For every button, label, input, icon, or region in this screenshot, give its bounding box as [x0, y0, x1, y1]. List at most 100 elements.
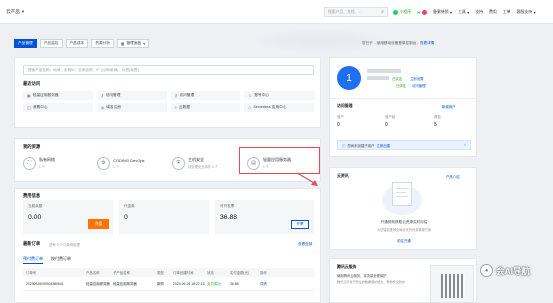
news-title: 腾讯云服务: [337, 264, 357, 269]
shield-icon: ⛨: [172, 156, 185, 170]
recent-item[interactable]: ◍ 域名注册: [96, 103, 167, 112]
divider: [330, 98, 478, 99]
role-count: 5: [434, 122, 437, 128]
billing-link[interactable]: 费用: [489, 9, 497, 15]
info-icon: ⓘ: [342, 143, 346, 148]
access-policy-link[interactable]: 访问管理: [412, 83, 426, 88]
key-icon: ⚷: [100, 93, 104, 98]
document-icon: [392, 182, 412, 206]
recent-item[interactable]: ◇ Serverless 应用中心: [244, 103, 314, 112]
login-notice: 您已于... 使用移动设备登录控制台，查看详情: [362, 41, 435, 45]
recent-item[interactable]: ▣ 轻量应用服务器: [23, 91, 93, 100]
verified-status: 已实名: [392, 77, 403, 81]
devops-icon: ⚙: [97, 156, 110, 170]
table-row: 20230926009924380601 轻量应用服务器 轻量应用服务器 新购 …: [23, 277, 314, 291]
ticket-link[interactable]: 工单: [503, 9, 511, 15]
customer-service-link[interactable]: 客服支持 ▾: [517, 9, 536, 15]
chevron-down-icon: ▾: [467, 9, 470, 15]
brand[interactable]: 云产品 ▾: [6, 9, 24, 15]
resource-item[interactable]: ⛨ 主机安全 待处理安全事件 0 个: [172, 151, 218, 175]
my-resources-title: 我的资源: [23, 144, 41, 149]
avatar[interactable]: 1: [337, 66, 361, 90]
access-management-title: 访问管理: [337, 103, 353, 108]
invoice-button[interactable]: 开票: [291, 220, 309, 229]
search-icon: ⌕: [381, 9, 384, 15]
wallet-icon: ◫: [27, 105, 31, 110]
network-icon: ⛶: [23, 156, 36, 170]
mini-program-icon: [393, 9, 398, 15]
chevron-down-icon: ▾: [21, 8, 25, 14]
news-desc: 腾讯云针对于安全的数据保护能力，帮你安全防护: [337, 280, 406, 284]
mfa-setup-link[interactable]: 立即设置: [410, 76, 424, 81]
tab-prepaid-orders[interactable]: 预付费订单: [23, 256, 43, 264]
orders-table: 订单号 产品名称 子产品名称 类型 订单创建时间 状态 实付金额(元) 操作 2…: [23, 268, 314, 291]
message-badge: [421, 9, 427, 15]
enable-link[interactable]: 前往开通: [330, 238, 478, 243]
account-name: [367, 69, 401, 73]
qr-promo-image[interactable]: [430, 265, 474, 303]
news-line[interactable]: 使用腾讯云服务，将流量全程保护: [337, 273, 386, 278]
voucher-value: 0: [124, 214, 128, 221]
account-id: [367, 76, 389, 80]
overview-tabs: 产品管理 产品监控 产品成本 资源分析 ▦ 管理面板 ▾: [14, 39, 150, 49]
mini-program-link[interactable]: 小程序: [393, 9, 411, 15]
chevron-down-icon: ▾: [143, 41, 146, 46]
database-icon: ≡: [174, 105, 177, 110]
watermark: ◕ 会AI导航: [480, 264, 530, 277]
table-header: 订单号 产品名称 子产品名称 类型 订单创建时间 状态 实付金额(元) 操作: [23, 268, 314, 277]
orders-title: 最新订单: [23, 241, 41, 246]
orders-view-all-link[interactable]: 查看全部: [298, 242, 312, 247]
recent-item[interactable]: ⚷ 访问管理: [170, 91, 241, 100]
orders-note: 您有 0 个订单待处理: [49, 243, 80, 247]
recent-visits-grid: ▣ 轻量应用服务器 ⚷ 访问管理 ⚷ 访问管理 ☺ 账号中心 ◫ 消费中心 ◍ 域名注册 ≡…: [23, 91, 314, 112]
resource-search-card: 搜索产品名称、地域、实例ID、实例名称、IP (公网/私网)、标签(标签) 最近…: [14, 57, 321, 128]
order-tabs: 预付费订单 按付费订单: [23, 256, 71, 264]
login-detail-link[interactable]: 查看详情: [420, 41, 434, 45]
grid-icon: ▦: [121, 41, 125, 46]
account-card: 1 已实名 立即设置 已绑定 访问管理 访问管理 新增用户 用户 0 用户组 0…: [329, 57, 478, 157]
empty-desc: 为您智能推荐全局优化的资源管理方案: [376, 228, 432, 232]
billing-title: 费用信息: [23, 193, 41, 198]
recharge-button[interactable]: 充值: [88, 219, 109, 229]
support-link[interactable]: 支持: [475, 9, 483, 15]
order-detail-link[interactable]: 详情: [260, 281, 286, 286]
resource-item[interactable]: ⚙ CODING DevOps 1 个: [97, 151, 145, 175]
close-icon[interactable]: ×: [464, 143, 466, 147]
tab-postpaid-orders[interactable]: 按付费订单: [51, 256, 71, 264]
billing-card: 费用信息 当前余额 0.00 充值 代金券 0 可开发票 36.88 开票 最新…: [14, 188, 321, 303]
chevron-down-icon: ▾: [533, 9, 536, 15]
products-menu[interactable]: 云产品: [6, 9, 20, 15]
tab-product-cost[interactable]: 产品成本: [65, 39, 89, 48]
resource-item[interactable]: ⛶ 私有网络 1 个: [23, 151, 55, 175]
product-intro-link[interactable]: 产品介绍: [446, 174, 460, 179]
qr-code-icon: [441, 274, 465, 298]
recent-item[interactable]: ⚷ 访问管理: [96, 91, 167, 100]
cloud-info-card: 云资讯 产品介绍 开通即刻获取云资源实时评估 为您智能推荐全局优化的资源管理方案…: [329, 167, 477, 250]
wechat-icon: ◕: [480, 264, 493, 277]
top-nav-menu: 小程序 ✉ 备案待领 ▾ 工具 ▾ 支持 费用 工单 客服支持 ▾: [393, 0, 536, 24]
serverless-icon: ◇: [248, 105, 252, 110]
group-count: 0: [385, 122, 388, 128]
highlight-box: [239, 147, 320, 174]
tools-link[interactable]: 工具 ▾: [458, 9, 469, 15]
recent-item[interactable]: ≡ 云数据: [170, 103, 241, 112]
message-link[interactable]: ✉: [417, 9, 427, 15]
recent-item[interactable]: ◫ 消费中心: [23, 103, 93, 112]
server-icon: ▣: [27, 93, 31, 98]
cloud-info-title: 云资讯: [337, 173, 349, 178]
create-subuser-notice: ⓘ 您尚未创建子用户 立即创建 ×: [337, 140, 471, 150]
tab-product-manage[interactable]: 产品管理: [14, 39, 37, 48]
create-subuser-link[interactable]: 立即创建: [377, 143, 391, 148]
manage-panel-button[interactable]: ▦ 管理面板 ▾: [117, 39, 150, 48]
recent-item[interactable]: ☺ 账号中心: [244, 91, 314, 100]
global-search-input[interactable]: 搜索产品、文档、... ⌕: [324, 7, 388, 17]
tab-product-monitor[interactable]: 产品监控: [39, 39, 63, 48]
tab-resource-analysis[interactable]: 资源分析: [91, 39, 114, 48]
voucher-box: 代金券 0: [119, 200, 209, 234]
user-count: 0: [337, 122, 340, 128]
todo-link[interactable]: 备案待领 ▾: [433, 9, 452, 15]
resource-search-input[interactable]: 搜索产品名称、地域、实例ID、实例名称、IP (公网/私网)、标签(标签): [23, 65, 314, 75]
add-user-button[interactable]: 新增用户: [442, 104, 456, 109]
mail-icon: ✉: [417, 9, 421, 15]
empty-title: 开通即刻获取云资源实时评估: [380, 220, 428, 224]
